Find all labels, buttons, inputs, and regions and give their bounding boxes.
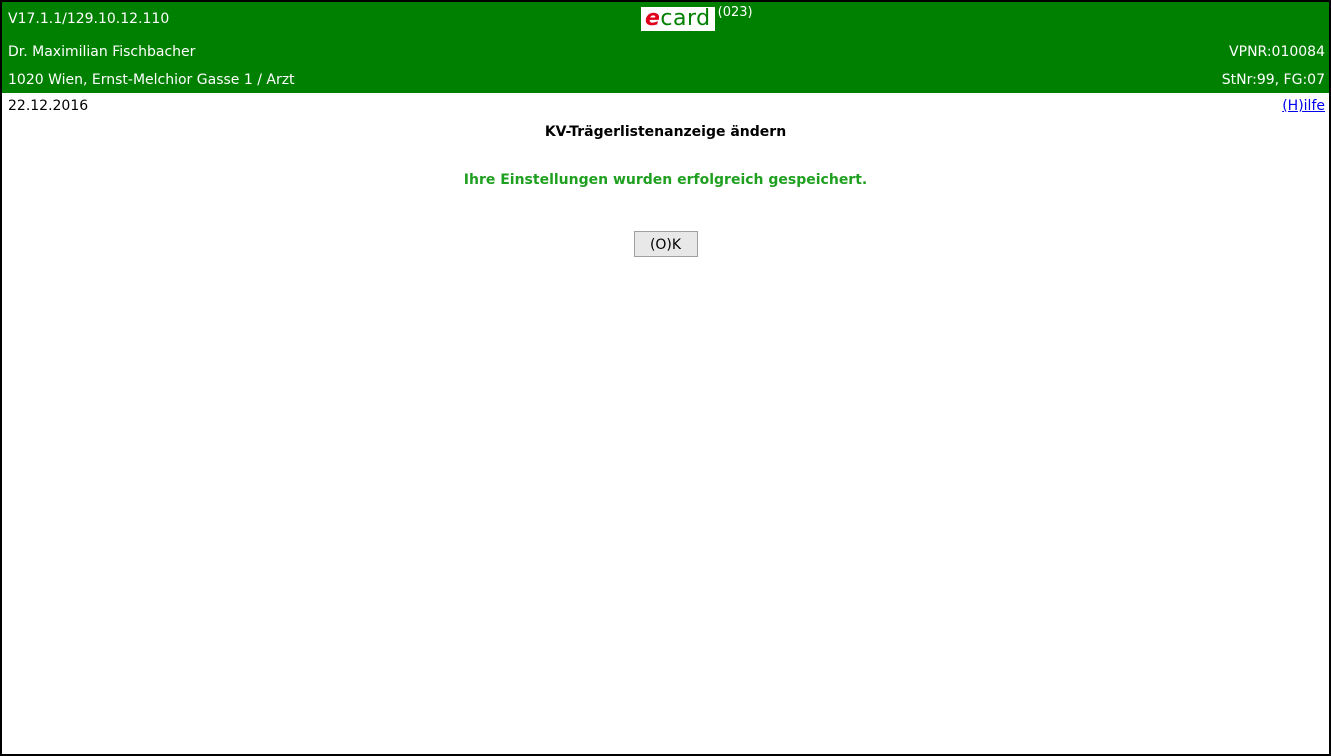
header-bar: V17.1.1/129.10.12.110 ecard (023) Dr. Max… [2, 2, 1329, 93]
ok-button[interactable]: (O)K [633, 231, 698, 257]
doctor-name: Dr. Maximilian Fischbacher [8, 44, 196, 60]
success-message: Ihre Einstellungen wurden erfolgreich ge… [463, 172, 868, 188]
version-text: V17.1.1/129.10.12.110 [8, 11, 170, 27]
stnr-text: StNr:99, FG:07 [1221, 72, 1325, 88]
vpnr-text: VPNR:010084 [1229, 44, 1325, 60]
address-text: 1020 Wien, Ernst-Melchior Gasse 1 / Arzt [8, 72, 295, 88]
page-title: KV-Trägerlistenanzeige ändern [544, 124, 787, 140]
screen-code: (023) [717, 5, 753, 20]
ecard-logo-group: ecard (023) [641, 5, 753, 31]
header-row-3: 1020 Wien, Ernst-Melchior Gasse 1 / Arzt… [2, 65, 1329, 93]
header-row-1: V17.1.1/129.10.12.110 ecard (023) [2, 2, 1329, 37]
ecard-logo: ecard [641, 7, 715, 31]
header-row-2: Dr. Maximilian Fischbacher VPNR:010084 [2, 37, 1329, 65]
info-row: 22.12.2016 (H)ilfe [2, 93, 1329, 115]
ok-button-wrap: (O)K [2, 231, 1329, 257]
date-text: 22.12.2016 [8, 98, 89, 114]
app-window: V17.1.1/129.10.12.110 ecard (023) Dr. Max… [0, 0, 1331, 756]
help-link[interactable]: (H)ilfe [1282, 98, 1325, 114]
